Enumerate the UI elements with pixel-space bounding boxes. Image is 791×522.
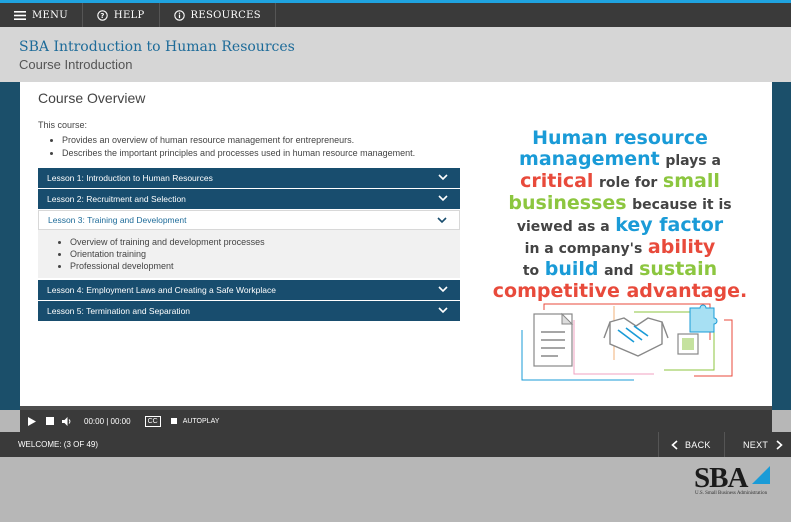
slide-progress: WELCOME: (3 OF 49)	[18, 440, 99, 449]
lesson-accordion: Lesson 1: Introduction to Human Resource…	[38, 168, 460, 322]
quote-word: businesses	[508, 192, 627, 214]
hr-quote: Human resource management plays a critic…	[492, 128, 748, 302]
intro-text: This course:	[38, 120, 88, 130]
slide-content: Course Overview This course: Provides an…	[20, 82, 772, 406]
section-title: Course Introduction	[19, 57, 133, 72]
quote-word: management	[519, 148, 660, 170]
hr-illustration	[521, 303, 733, 381]
play-icon	[28, 416, 36, 426]
hamburger-icon	[14, 10, 26, 20]
quote-word: critical	[520, 170, 594, 192]
stop-button[interactable]	[46, 417, 54, 425]
lesson-5-header[interactable]: Lesson 5: Termination and Separation	[38, 300, 460, 321]
quote-word: and	[604, 263, 634, 279]
quote-word: role for	[599, 175, 658, 191]
quote-word: to	[522, 263, 540, 279]
logo-triangle-icon	[752, 466, 770, 484]
play-button[interactable]	[28, 416, 36, 426]
lesson-label: Lesson 1: Introduction to Human Resource…	[47, 173, 213, 183]
slide-stage: Course Overview This course: Provides an…	[0, 82, 791, 410]
help-icon: ?	[97, 9, 108, 21]
chevron-down-icon	[438, 174, 448, 181]
lesson-topic: Overview of training and development pro…	[70, 236, 460, 248]
bullet-item: Provides an overview of human resource m…	[62, 134, 415, 147]
lesson-1-header[interactable]: Lesson 1: Introduction to Human Resource…	[38, 168, 460, 188]
next-button[interactable]: NEXT	[724, 432, 791, 457]
checkbox-icon	[170, 418, 177, 424]
lesson-topic: Orientation training	[70, 248, 460, 260]
quote-word: Human resource	[532, 127, 708, 149]
autoplay-label: AUTOPLAY	[182, 417, 220, 425]
next-label: NEXT	[743, 439, 769, 450]
top-bar: MENU ? HELP RESOURCES	[0, 0, 791, 27]
chevron-down-icon	[437, 217, 447, 224]
stage-left-edge	[0, 82, 20, 410]
svg-text:?: ?	[100, 12, 104, 20]
lesson-label: Lesson 4: Employment Laws and Creating a…	[47, 284, 276, 295]
sba-logo: SBA U.S. Small Business Administration	[694, 462, 774, 500]
menu-button[interactable]: MENU	[0, 3, 83, 27]
logo-tagline: U.S. Small Business Administration	[695, 491, 768, 496]
quote-word: plays a	[665, 153, 721, 169]
bullet-item: Describes the important principles and p…	[62, 147, 415, 160]
lesson-label: Lesson 3: Training and Development	[48, 215, 187, 226]
autoplay-toggle[interactable]: AUTOPLAY	[170, 417, 220, 425]
quote-word: ability	[647, 236, 716, 258]
overview-bullets: Provides an overview of human resource m…	[62, 134, 415, 160]
chevron-down-icon	[438, 195, 448, 202]
closed-captions-button[interactable]: CC	[144, 415, 161, 427]
help-label: HELP	[113, 9, 145, 21]
lesson-topic: Professional development	[70, 260, 460, 272]
chevron-down-icon	[438, 285, 448, 292]
back-button[interactable]: BACK	[658, 432, 724, 457]
lesson-label: Lesson 2: Recruitment and Selection	[47, 194, 186, 205]
course-title: SBA Introduction to Human Resources	[19, 39, 295, 55]
time-display: 00:00 | 00:00	[84, 416, 131, 426]
lesson-3-header[interactable]: Lesson 3: Training and Development	[38, 210, 460, 231]
slide-heading: Course Overview	[38, 90, 146, 106]
volume-button[interactable]	[62, 416, 72, 426]
quote-word: small	[662, 170, 720, 192]
quote-word: build	[544, 258, 599, 280]
menu-label: MENU	[32, 9, 68, 21]
stop-icon	[46, 417, 54, 425]
resources-label: RESOURCES	[190, 9, 261, 21]
stage-right-edge	[772, 82, 791, 410]
quote-word: viewed as a	[516, 219, 610, 235]
lesson-3-panel: Overview of training and development pro…	[38, 230, 460, 279]
chevron-down-icon	[438, 307, 448, 313]
back-label: BACK	[685, 439, 711, 450]
navigation-bar: WELCOME: (3 OF 49) BACK NEXT	[0, 432, 791, 457]
quote-word: because it is	[632, 197, 732, 213]
volume-icon	[62, 416, 71, 426]
chevron-right-icon	[776, 439, 783, 450]
quote-word: key factor	[615, 214, 724, 236]
quote-word: competitive advantage.	[492, 280, 748, 302]
lesson-2-header[interactable]: Lesson 2: Recruitment and Selection	[38, 189, 460, 210]
resources-button[interactable]: RESOURCES	[160, 3, 276, 27]
lesson-4-header[interactable]: Lesson 4: Employment Laws and Creating a…	[38, 279, 460, 300]
help-button[interactable]: ? HELP	[83, 3, 160, 27]
info-icon	[173, 9, 185, 21]
quote-word: in a company's	[524, 241, 643, 257]
document-icon	[533, 312, 574, 367]
player-controls: 00:00 | 00:00 CC AUTOPLAY	[20, 410, 772, 432]
chevron-left-icon	[671, 439, 678, 450]
quote-word: sustain	[639, 258, 718, 280]
course-header: SBA Introduction to Human Resources Cour…	[0, 27, 791, 82]
lesson-label: Lesson 5: Termination and Separation	[47, 305, 191, 316]
